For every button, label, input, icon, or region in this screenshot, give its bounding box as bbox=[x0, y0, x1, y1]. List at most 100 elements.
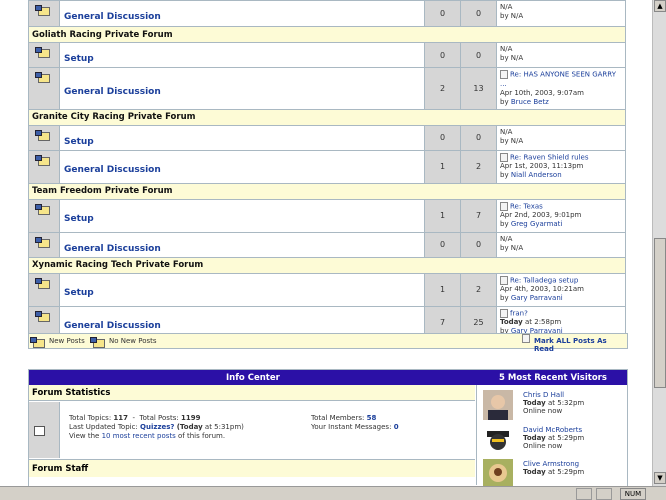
forum-name-cell: General Discussion bbox=[59, 0, 425, 27]
forum-link[interactable]: Setup bbox=[64, 54, 94, 64]
folder-icon bbox=[35, 154, 50, 166]
visitor-item: David McRoberts Today at 5:29pm Online n… bbox=[477, 423, 628, 457]
category-title: Goliath Racing Private Forum bbox=[28, 26, 626, 43]
last-post-cell: Re: Talladega setup Apr 4th, 2003, 10:21… bbox=[496, 272, 626, 307]
forum-table: General Discussion 0 0 N/A by N/A Goliath… bbox=[28, 0, 626, 339]
forum-link[interactable]: General Discussion bbox=[64, 12, 161, 22]
scroll-thumb[interactable] bbox=[654, 238, 666, 388]
author-link[interactable]: Bruce Betz bbox=[511, 98, 549, 106]
last-post-cell: N/A by N/A bbox=[496, 231, 626, 258]
scroll-down-icon[interactable]: ▼ bbox=[654, 472, 666, 484]
posts-count: 2 bbox=[460, 149, 497, 184]
topics-count: 0 bbox=[424, 231, 461, 258]
last-post-cell: Re: HAS ANYONE SEEN GARRY ... Apr 10th, … bbox=[496, 67, 626, 110]
new-posts-icon bbox=[30, 337, 45, 348]
avatar bbox=[483, 459, 513, 486]
forum-link[interactable]: General Discussion bbox=[64, 321, 161, 331]
forum-link[interactable]: General Discussion bbox=[64, 87, 161, 97]
info-center-header: Info Center 5 Most Recent Visitors bbox=[29, 370, 627, 385]
document-icon bbox=[500, 152, 508, 162]
visitor-name-link[interactable]: Clive Armstrong bbox=[523, 460, 584, 468]
topics-count: 2 bbox=[424, 67, 461, 110]
page-viewport: General Discussion 0 0 N/A by N/A Goliath… bbox=[0, 0, 652, 486]
category-row: Goliath Racing Private Forum bbox=[28, 26, 626, 43]
posts-count: 0 bbox=[460, 231, 497, 258]
forum-row: General Discussion 0 0 N/A by N/A bbox=[28, 231, 626, 258]
legend-new-posts: New Posts bbox=[49, 337, 85, 345]
last-post-link[interactable]: Re: Texas bbox=[510, 202, 543, 210]
last-post-cell: N/A by N/A bbox=[496, 124, 626, 151]
forum-row: General Discussion 2 13 Re: HAS ANYONE S… bbox=[28, 67, 626, 110]
no-new-posts-icon bbox=[90, 337, 105, 348]
topics-count: 1 bbox=[424, 272, 461, 307]
total-members-link[interactable]: 58 bbox=[367, 414, 377, 422]
forum-link[interactable]: Setup bbox=[64, 288, 94, 298]
vertical-scrollbar[interactable]: ▲ ▼ bbox=[652, 0, 666, 486]
legend-no-new-posts: No New Posts bbox=[109, 337, 157, 345]
recent-posts-link[interactable]: 10 most recent posts bbox=[102, 432, 176, 440]
posts-count: 2 bbox=[460, 272, 497, 307]
last-post-cell: Re: Raven Shield rules Apr 1st, 2003, 11… bbox=[496, 149, 626, 184]
forum-link[interactable]: General Discussion bbox=[64, 165, 161, 175]
legend-bar: New Posts No New Posts Mark ALL Posts As… bbox=[28, 333, 628, 353]
avatar bbox=[483, 425, 513, 455]
category-row: Team Freedom Private Forum bbox=[28, 182, 626, 200]
visitor-name-link[interactable]: Chris D Hall bbox=[523, 391, 584, 399]
forum-staff-title: Forum Staff bbox=[29, 459, 475, 477]
folder-icon bbox=[35, 129, 50, 141]
author-link[interactable]: Gary Parravani bbox=[511, 294, 563, 302]
forum-status-cell bbox=[28, 0, 60, 27]
document-icon bbox=[500, 275, 508, 285]
forum-row: General Discussion 0 0 N/A by N/A bbox=[28, 0, 626, 27]
forum-link[interactable]: General Discussion bbox=[64, 244, 161, 254]
forum-row: Setup 0 0 N/A by N/A bbox=[28, 124, 626, 151]
category-title: Granite City Racing Private Forum bbox=[28, 108, 626, 126]
forum-row: Setup 1 7 Re: Texas Apr 2nd, 2003, 9:01p… bbox=[28, 198, 626, 233]
last-post-cell: N/A by N/A bbox=[496, 0, 626, 27]
forum-link[interactable]: Setup bbox=[64, 137, 94, 147]
forum-statistics-title: Forum Statistics bbox=[29, 385, 475, 401]
category-title: Xynamic Racing Tech Private Forum bbox=[28, 256, 626, 274]
visitors-title: 5 Most Recent Visitors bbox=[499, 373, 607, 383]
last-updated-topic-link[interactable]: Quizzes? bbox=[140, 423, 174, 431]
author-link[interactable]: Greg Gyarmati bbox=[511, 220, 563, 228]
visitor-item: Chris D Hall Today at 5:32pm Online now bbox=[477, 388, 628, 422]
forum-row: Setup 0 0 N/A by N/A bbox=[28, 42, 626, 68]
info-center: Info Center 5 Most Recent Visitors Forum… bbox=[28, 369, 628, 486]
status-panel bbox=[596, 488, 612, 500]
mark-read-icon bbox=[522, 334, 530, 343]
info-icon bbox=[34, 426, 45, 436]
avatar bbox=[483, 390, 513, 420]
status-bar: NUM bbox=[0, 486, 666, 500]
forum-row: Setup 1 2 Re: Talladega setup Apr 4th, 2… bbox=[28, 272, 626, 307]
category-title: Team Freedom Private Forum bbox=[28, 182, 626, 200]
instant-messages-link[interactable]: 0 bbox=[394, 423, 399, 431]
forum-link[interactable]: Setup bbox=[64, 214, 94, 224]
info-center-title: Info Center bbox=[226, 373, 280, 383]
posts-count: 13 bbox=[460, 67, 497, 110]
forum-statistics-body: Total Topics: 117 - Total Posts: 1199 La… bbox=[29, 402, 475, 458]
last-post-link[interactable]: Re: Raven Shield rules bbox=[510, 153, 589, 161]
mark-all-read-link[interactable]: Mark ALL Posts As Read bbox=[534, 337, 627, 353]
posts-count: 0 bbox=[460, 42, 497, 68]
category-row: Granite City Racing Private Forum bbox=[28, 108, 626, 126]
folder-icon bbox=[35, 236, 50, 248]
posts-count: 7 bbox=[460, 198, 497, 233]
visitor-name-link[interactable]: David McRoberts bbox=[523, 426, 584, 434]
last-post-link[interactable]: Re: HAS ANYONE SEEN GARRY ... bbox=[500, 71, 616, 88]
topics-count: 0 bbox=[424, 124, 461, 151]
posts-count: 0 bbox=[460, 124, 497, 151]
author-link[interactable]: Niall Anderson bbox=[511, 171, 562, 179]
last-post-link[interactable]: fran? bbox=[510, 309, 528, 317]
stats-cell bbox=[29, 402, 60, 458]
folder-icon bbox=[35, 203, 50, 215]
last-post-cell: Re: Texas Apr 2nd, 2003, 9:01pm by Greg … bbox=[496, 198, 626, 233]
visitor-item: Clive Armstrong Today at 5:29pm bbox=[477, 457, 628, 486]
posts-count: 0 bbox=[460, 0, 497, 27]
last-post-link[interactable]: Re: Talladega setup bbox=[510, 276, 578, 284]
recent-visitors: Chris D Hall Today at 5:32pm Online now … bbox=[476, 385, 628, 486]
scroll-up-icon[interactable]: ▲ bbox=[654, 0, 666, 12]
last-post-cell: N/A by N/A bbox=[496, 42, 626, 68]
document-icon bbox=[500, 201, 508, 211]
folder-icon bbox=[35, 310, 50, 322]
